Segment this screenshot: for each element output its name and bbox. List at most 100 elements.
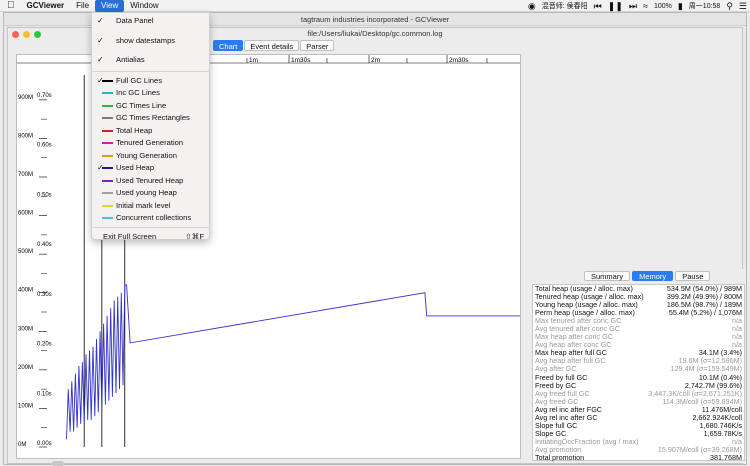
apple-menu-icon[interactable]:  bbox=[0, 0, 21, 12]
view-menu-item-label: Concurrent collections bbox=[116, 213, 192, 222]
view-menu-item-exit-full-screen[interactable]: Exit Full Screen ⇧⌘F bbox=[92, 231, 210, 243]
tab-summary[interactable]: Summary bbox=[584, 271, 631, 281]
view-menu-item-used-tenured-heap[interactable]: Used Tenured Heap bbox=[92, 175, 210, 187]
view-menu-item-label: Inc GC Lines bbox=[116, 88, 160, 97]
battery-percent: 100% bbox=[653, 2, 672, 10]
line-color-swatch-icon bbox=[102, 117, 113, 119]
y-right-tick-label: 0.00s bbox=[37, 441, 52, 447]
view-menu-item-label: Data Panel bbox=[116, 16, 154, 25]
now-playing-text: 混音师: 侯春阳 bbox=[541, 3, 588, 10]
search-icon[interactable]: ⚲ bbox=[726, 0, 733, 12]
y-right-tick-label: 0.10s bbox=[37, 391, 52, 397]
menu-bar-status-area: ◉ 混音师: 侯春阳 ⏮ ❚❚ ⏭ ≈ 100% ▮ 周一10:58 ⚲ ☰ bbox=[528, 0, 747, 12]
x-tick-label: 1m30s bbox=[291, 57, 311, 64]
checkmark-icon: ✓ bbox=[97, 55, 104, 64]
minimize-button[interactable] bbox=[23, 31, 30, 38]
menu-window[interactable]: Window bbox=[124, 0, 164, 12]
view-menu-item-young-generation[interactable]: Young Generation bbox=[92, 150, 210, 162]
window-controls bbox=[12, 31, 41, 38]
x-tick-label: 2m bbox=[371, 57, 380, 64]
chart-horizontal-scrollbar[interactable] bbox=[16, 461, 521, 466]
view-menu-item-label: Tenured Generation bbox=[116, 138, 184, 147]
view-menu-item-label: show datestamps bbox=[116, 35, 176, 45]
view-menu-item-inc-gc-lines[interactable]: Inc GC Lines bbox=[92, 87, 210, 99]
next-track-icon[interactable]: ⏭ bbox=[629, 0, 637, 12]
view-menu-item-label: Young Generation bbox=[116, 150, 177, 160]
view-menu-item-tenured-generation[interactable]: Tenured Generation bbox=[92, 137, 210, 149]
y-right-tick-label: 0.50s bbox=[37, 192, 52, 198]
battery-icon[interactable]: ▮ bbox=[678, 0, 683, 12]
view-menu-item-label: Total Heap bbox=[116, 125, 153, 135]
view-menu-item-used-young-heap[interactable]: Used young Heap bbox=[92, 187, 210, 199]
view-menu-dropdown: ✓ Data Panel ✓ show datestamps ✓ Antialias ✓ Fu… bbox=[91, 12, 210, 243]
y-right-tick-label: 0.60s bbox=[37, 143, 52, 149]
menu-separator bbox=[92, 70, 210, 72]
y-right-tick-label: 0.40s bbox=[37, 242, 52, 248]
previous-track-icon[interactable]: ⏮ bbox=[594, 0, 602, 12]
zoom-button[interactable] bbox=[34, 31, 41, 38]
view-menu-item-full-gc-lines[interactable]: ✓ Full GC Lines bbox=[92, 75, 210, 87]
y-left-tick-label: 0M bbox=[18, 442, 26, 448]
line-color-swatch-icon bbox=[102, 217, 113, 219]
notification-center-icon[interactable]: ☰ bbox=[739, 0, 747, 12]
menu-bar:  GCViewer File View Window ◉ 混音师: 侯春阳 ⏮… bbox=[0, 0, 750, 12]
close-button[interactable] bbox=[12, 31, 19, 38]
view-tabs: Chart Event details Parser bbox=[213, 40, 335, 51]
stat-label: Total promotion bbox=[535, 452, 585, 462]
y-right-tick-label: 0.70s bbox=[37, 93, 52, 99]
y-left-tick-label: 800M bbox=[18, 133, 33, 139]
menu-separator bbox=[92, 226, 210, 228]
line-color-swatch-icon bbox=[102, 167, 113, 169]
line-color-swatch-icon bbox=[102, 192, 113, 194]
y-left-tick-label: 700M bbox=[18, 172, 33, 178]
view-menu-item-gc-times-rectangles[interactable]: GC Times Rectangles bbox=[92, 112, 210, 124]
view-menu-item-label: GC Times Line bbox=[116, 100, 167, 110]
line-color-swatch-icon bbox=[102, 179, 113, 182]
wifi-icon[interactable]: ≈ bbox=[643, 0, 648, 12]
y-left-tick-label: 600M bbox=[18, 211, 33, 217]
view-menu-item-antialias[interactable]: ✓ Antialias bbox=[92, 54, 210, 66]
memory-stats-table: Total heap (usage / alloc. max) 534.5M (5… bbox=[532, 284, 745, 462]
view-menu-item-label: Full GC Lines bbox=[116, 75, 163, 85]
line-color-swatch-icon bbox=[102, 204, 113, 207]
line-color-swatch-icon bbox=[102, 154, 113, 157]
view-menu-item-label: GC Times Rectangles bbox=[116, 113, 190, 122]
view-menu-item-initial-mark-level[interactable]: Initial mark level bbox=[92, 200, 210, 212]
clock[interactable]: 周一10:58 bbox=[689, 1, 721, 11]
menu-file[interactable]: File bbox=[70, 0, 95, 12]
view-menu-item-label: Used young Heap bbox=[116, 188, 177, 197]
line-color-swatch-icon bbox=[102, 142, 113, 144]
view-menu-item-show-datestamps[interactable]: ✓ show datestamps bbox=[92, 35, 210, 47]
document-title: file:/Users/liukai/Desktop/gc.common.log bbox=[307, 29, 443, 38]
y-right-tick-label: 0.20s bbox=[37, 342, 52, 348]
y-left-tick-label: 400M bbox=[18, 288, 33, 294]
view-menu-item-gc-times-line[interactable]: GC Times Line bbox=[92, 100, 210, 112]
view-menu-item-used-heap[interactable]: ✓ Used Heap bbox=[92, 162, 210, 174]
checkmark-icon: ✓ bbox=[97, 35, 104, 45]
view-menu-item-label: Initial mark level bbox=[116, 200, 171, 210]
menu-gcviewer[interactable]: GCViewer bbox=[21, 0, 71, 12]
view-menu-item-concurrent-collections[interactable]: Concurrent collections bbox=[92, 212, 210, 224]
x-tick-label: 1m bbox=[249, 57, 258, 64]
used-heap-line bbox=[66, 284, 520, 440]
view-menu-item-label: Used Tenured Heap bbox=[116, 175, 184, 185]
y-left-tick-label: 500M bbox=[18, 249, 33, 255]
tab-parser[interactable]: Parser bbox=[300, 40, 335, 51]
y-left-tick-label: 900M bbox=[18, 95, 33, 101]
view-menu-item-label: Antialias bbox=[116, 55, 145, 64]
tab-pause[interactable]: Pause bbox=[675, 271, 711, 281]
line-color-swatch-icon bbox=[102, 104, 113, 107]
pause-icon[interactable]: ❚❚ bbox=[608, 0, 623, 12]
tab-memory[interactable]: Memory bbox=[632, 271, 674, 281]
view-menu-item-total-heap[interactable]: Total Heap bbox=[92, 125, 210, 137]
view-menu-item-data-panel[interactable]: ✓ Data Panel bbox=[92, 15, 210, 27]
scrollbar-thumb[interactable] bbox=[52, 461, 64, 466]
tab-event-details[interactable]: Event details bbox=[244, 40, 300, 51]
view-menu-item-label: Used Heap bbox=[116, 163, 154, 172]
music-icon[interactable]: ◉ bbox=[528, 0, 536, 12]
menu-view[interactable]: View bbox=[95, 0, 125, 12]
line-color-swatch-icon bbox=[102, 92, 113, 94]
stats-tabs: Summary Memory Pause bbox=[584, 271, 711, 281]
stat-row: Total promotion 381.768M bbox=[533, 452, 744, 462]
tab-chart[interactable]: Chart bbox=[213, 40, 244, 51]
